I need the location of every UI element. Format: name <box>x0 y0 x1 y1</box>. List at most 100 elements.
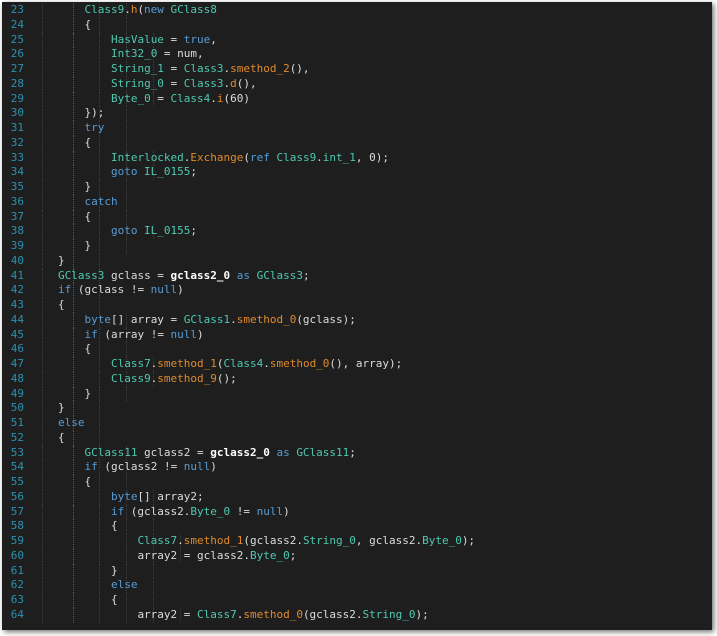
code-token: smethod_1 <box>157 357 217 370</box>
code-token: smethod_0 <box>243 607 303 621</box>
code-line[interactable]: 58 { <box>2 519 712 534</box>
code-line[interactable]: 39} <box>2 239 712 254</box>
code-token: } <box>58 401 65 415</box>
code-line[interactable]: 63 { <box>2 593 712 608</box>
line-number: 58 <box>10 519 24 533</box>
code-line[interactable]: 56 byte[] array2; <box>2 489 712 505</box>
code-line[interactable]: 44 byte[] array = GClass1. smethod_0 (gclas… <box>2 312 712 328</box>
indent-guide <box>126 534 127 549</box>
code-line[interactable]: 36 catch <box>2 194 712 210</box>
line-number: 53 <box>10 445 24 459</box>
indent-guide <box>99 548 100 564</box>
line-number: 32 <box>10 135 24 149</box>
code-line[interactable]: 40} <box>2 253 712 269</box>
code-token: array2 = <box>137 607 198 621</box>
code-line[interactable]: 27 String_1 = Class3. smethod_2 (), <box>2 62 712 77</box>
code-line[interactable]: 52 { <box>2 430 712 446</box>
code-line[interactable]: 28 String_0 = Class3. d (), <box>2 76 712 92</box>
line-number: 46 <box>10 342 24 356</box>
indent-guide <box>126 106 127 121</box>
indent-guide <box>126 121 127 136</box>
code-line[interactable]: 48 Class9. smethod_9 (); <box>2 371 712 387</box>
indent-guide <box>99 386 100 402</box>
indent-guide <box>42 253 43 269</box>
code-line[interactable]: 60 array2 = gclass2. Byte_0; <box>2 548 712 564</box>
code-token: . <box>316 150 323 164</box>
indent-guide <box>73 209 74 225</box>
code-line[interactable]: 64 array2 = Class7. smethod_0 (gclass2. Stri… <box>2 607 712 623</box>
code-token: ; <box>190 224 198 238</box>
indent-guide <box>73 298 74 313</box>
code-line[interactable]: 50} <box>2 401 712 416</box>
code-token: (), array); <box>329 357 403 370</box>
code-line[interactable]: 25 HasValue = true, <box>2 32 712 48</box>
code-line[interactable]: 34 goto IL_0155; <box>2 165 712 180</box>
code-token: (gclass2 != <box>97 460 184 474</box>
code-line[interactable]: 23 Class9. h(new GClass8 <box>2 3 712 18</box>
code-line[interactable]: 54 if (gclass2 != null) <box>2 460 712 475</box>
code-token: null <box>256 504 284 518</box>
code-line[interactable]: 62 else <box>2 578 712 593</box>
line-number: 42 <box>10 283 24 297</box>
line-number: 40 <box>10 253 24 267</box>
code-line[interactable]: 43 { <box>2 298 712 313</box>
code-line[interactable]: 49} <box>2 386 712 402</box>
code-line[interactable]: 46 { <box>2 342 712 357</box>
indent-guide <box>99 76 100 92</box>
code-token: if <box>58 283 72 297</box>
indent-guide <box>99 91 100 107</box>
code-token: (gclass2. <box>243 534 303 547</box>
code-line[interactable]: 45 if (array != null) <box>2 327 712 343</box>
indent-guide <box>42 121 43 136</box>
code-line[interactable]: 32 { <box>2 135 712 151</box>
indent-guide <box>99 534 100 549</box>
code-line[interactable]: 35} <box>2 180 712 195</box>
code-line[interactable]: 30}); <box>2 106 712 121</box>
code-token: Class9 <box>276 150 317 164</box>
code-line[interactable]: 53 GClass11 gclass2 = gclass2_0 as GClass… <box>2 445 712 461</box>
indent-guide <box>126 135 127 151</box>
line-number: 61 <box>10 563 24 577</box>
code-token: if <box>110 504 125 518</box>
code-line[interactable]: 57 if (gclass2. Byte_0 != null) <box>2 504 712 520</box>
indent-guide <box>126 194 127 210</box>
code-line[interactable]: 55 { <box>2 475 712 490</box>
code-token: [] array = <box>110 312 184 326</box>
line-number: 28 <box>10 76 24 90</box>
indent-guide <box>42 32 43 48</box>
code-line[interactable]: 29 Byte_0 = Class4. i (60) <box>2 91 712 107</box>
code-line[interactable]: 33 Interlocked. Exchange(ref Class9. int_1,… <box>2 150 712 166</box>
line-number: 54 <box>10 460 24 474</box>
code-token: Class7 <box>110 357 151 370</box>
code-token: Class4 <box>223 357 264 370</box>
code-token: } <box>84 180 92 193</box>
code-line[interactable]: 61} <box>2 563 712 579</box>
code-line[interactable]: 38 goto IL_0155; <box>2 224 712 239</box>
code-token: else <box>110 578 138 592</box>
indent-guide <box>126 607 127 623</box>
code-token: (gclass2. <box>124 504 191 518</box>
code-line[interactable]: 26 Int32_0 = num, <box>2 47 712 62</box>
code-line[interactable]: 41 GClass3 gclass = gclass2_0 as GClass3; <box>2 268 712 284</box>
code-token: true <box>183 32 211 46</box>
code-line[interactable]: 51 else <box>2 416 712 431</box>
code-line[interactable]: 31 try <box>2 121 712 136</box>
code-line[interactable]: 59 Class7. smethod_1 (gclass2. String_0, gcl… <box>2 534 712 549</box>
indent-guide <box>73 47 74 62</box>
indent-guide <box>126 17 127 33</box>
code-line[interactable]: 37 { <box>2 209 712 225</box>
code-editor[interactable]: 23 Class9. h(new GClass8 24{25 HasValue = tr… <box>2 2 712 630</box>
code-token: HasValue <box>110 32 164 46</box>
code-line[interactable]: 47 Class7. smethod_1(Class4. smethod_0 (), a… <box>2 357 712 372</box>
code-line[interactable]: 24 { <box>2 17 712 33</box>
indent-guide <box>126 519 127 534</box>
indent-guide <box>42 180 43 195</box>
code-line[interactable]: 42 if (gclass != null) <box>2 283 712 298</box>
line-number: 38 <box>10 224 24 238</box>
code-token: [] array2; <box>137 489 204 503</box>
line-number: 37 <box>10 209 24 223</box>
line-number: 45 <box>10 327 24 341</box>
code-token: String_0 <box>362 607 416 621</box>
indent-guide <box>73 430 74 446</box>
